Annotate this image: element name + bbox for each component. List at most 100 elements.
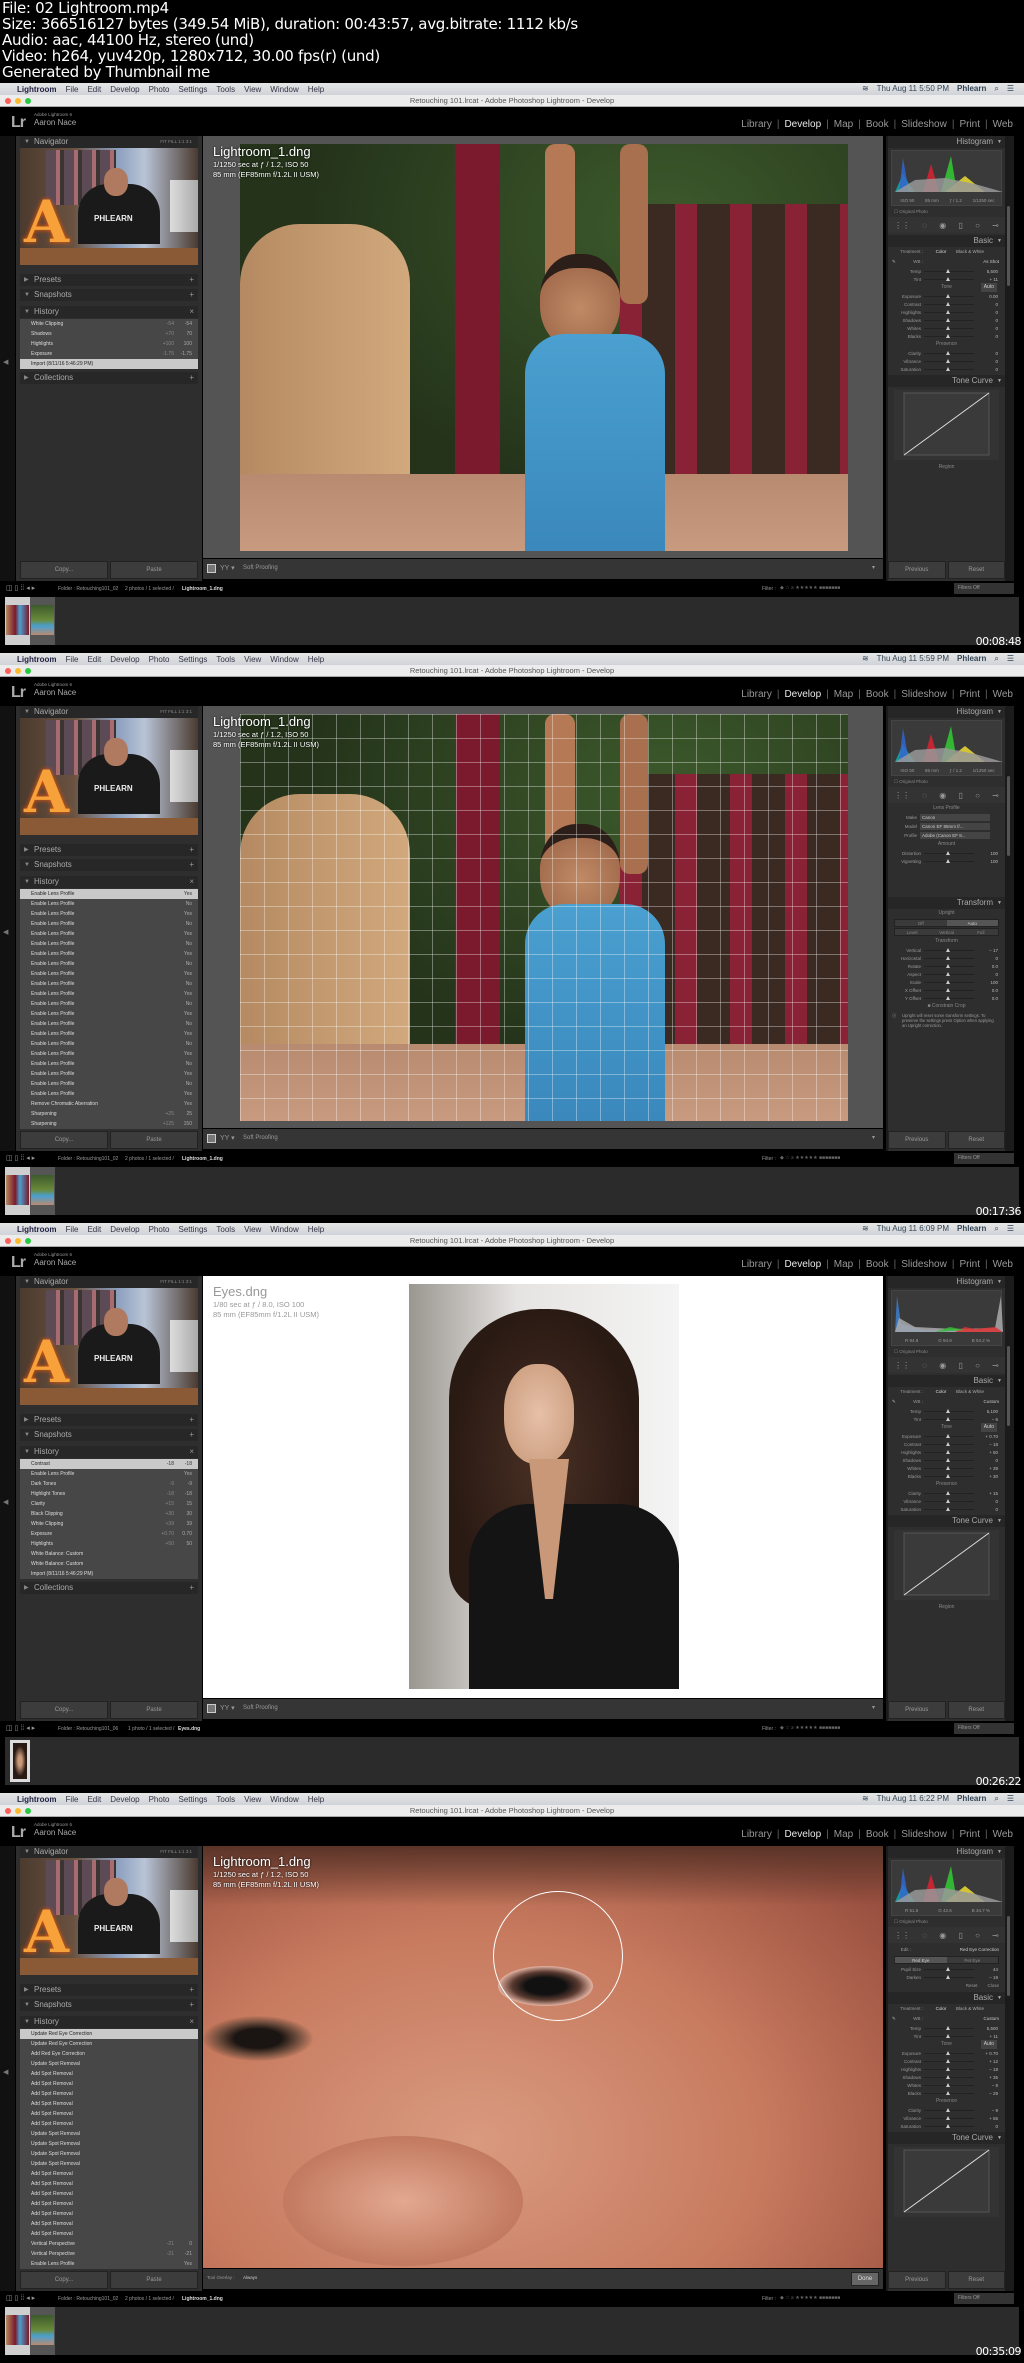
module-develop[interactable]: Develop bbox=[779, 119, 826, 130]
tone-curve-graph[interactable] bbox=[894, 390, 999, 460]
slider-thumb[interactable] bbox=[946, 2033, 950, 2038]
done-button[interactable]: Done bbox=[851, 2272, 879, 2286]
panel-header-tone-curve[interactable]: Tone Curve bbox=[888, 375, 1005, 387]
menu-settings[interactable]: Settings bbox=[179, 1795, 208, 1804]
folder-path[interactable]: Folder : Retouching101_06 bbox=[58, 1726, 118, 1732]
spot-removal-icon[interactable]: ◌ bbox=[922, 1361, 927, 1370]
menu-develop[interactable]: Develop bbox=[110, 1225, 139, 1234]
slider-tint[interactable]: Tint − 6 bbox=[888, 1415, 1005, 1423]
slider-thumb[interactable] bbox=[946, 1465, 950, 1470]
filmstrip-thumbnail[interactable] bbox=[5, 597, 30, 645]
wifi-icon[interactable]: ≋ bbox=[862, 84, 869, 94]
slider-track[interactable] bbox=[924, 2025, 974, 2030]
navigator-header[interactable]: ▼ Navigator FIT FILL 1:1 3:1 bbox=[20, 1276, 198, 1288]
slider-tint[interactable]: Tint + 11 bbox=[888, 275, 1005, 283]
module-book[interactable]: Book bbox=[861, 1259, 894, 1270]
module-develop[interactable]: Develop bbox=[779, 1259, 826, 1270]
slider-value[interactable]: 0.00 bbox=[974, 294, 998, 299]
image-view[interactable]: Lightroom_1.dng 1/1250 sec at ƒ / 1.2, IS… bbox=[203, 706, 883, 1128]
slider-value[interactable]: + 50 bbox=[974, 1450, 998, 1455]
slider-y-offset[interactable]: Y Offset 0.0 bbox=[888, 994, 1005, 1002]
radial-filter-icon[interactable]: ○ bbox=[975, 1931, 980, 1940]
slider-track[interactable] bbox=[924, 1506, 974, 1511]
slider-value[interactable]: 0 bbox=[974, 1499, 998, 1504]
navigator-header[interactable]: ▼ Navigator FIT FILL 1:1 3:1 bbox=[20, 706, 198, 718]
slider-vibrance[interactable]: Vibrance + 55 bbox=[888, 2114, 1005, 2122]
panel-header-transform[interactable]: Transform bbox=[888, 897, 1005, 909]
presets-header[interactable]: ▶ Presets + bbox=[20, 1414, 198, 1426]
module-develop[interactable]: Develop bbox=[779, 689, 826, 700]
right-panel-scrollbar[interactable] bbox=[1007, 206, 1010, 286]
slider-value[interactable]: + 15 bbox=[974, 1491, 998, 1496]
history-item[interactable]: Enable Lens Profile No bbox=[20, 939, 198, 949]
module-web[interactable]: Web bbox=[988, 689, 1018, 700]
minimize-button[interactable] bbox=[15, 668, 21, 674]
adjustment-brush-icon[interactable]: ⊸ bbox=[992, 1361, 999, 1370]
module-map[interactable]: Map bbox=[829, 119, 858, 130]
menu-develop[interactable]: Develop bbox=[110, 85, 139, 94]
adjustment-brush-icon[interactable]: ⊸ bbox=[992, 1931, 999, 1940]
slider-value[interactable]: + 0.70 bbox=[974, 1434, 998, 1439]
slider-thumb[interactable] bbox=[946, 2090, 950, 2095]
history-item[interactable]: Enable Lens Profile No bbox=[20, 1059, 198, 1069]
tool-overlay-dropdown[interactable]: Always bbox=[243, 2275, 257, 2280]
slider-value[interactable]: 0.0 bbox=[974, 988, 998, 993]
history-item[interactable]: Highlights +100 100 bbox=[20, 339, 198, 349]
slider-thumb[interactable] bbox=[946, 1473, 950, 1478]
collections-header[interactable]: ▶ Collections + bbox=[20, 1582, 198, 1594]
search-icon[interactable]: ⌕ bbox=[994, 1794, 998, 1804]
slider-value[interactable]: 0 bbox=[974, 334, 998, 339]
clear-history-icon[interactable]: × bbox=[189, 306, 194, 318]
navigator-zoom-options[interactable]: FIT FILL 1:1 3:1 bbox=[160, 136, 192, 148]
wb-value[interactable]: Custom bbox=[926, 1399, 1005, 1404]
before-after-icon[interactable]: YY ▾ bbox=[220, 1134, 235, 1142]
previous-button[interactable]: Previous bbox=[888, 561, 946, 579]
rating-filter-stars[interactable]: ◆ ☆ ≥ ★★★★★ ■■■■■■■ bbox=[780, 2295, 840, 2301]
panel-header-basic[interactable]: Basic bbox=[888, 235, 1005, 247]
module-slideshow[interactable]: Slideshow bbox=[896, 1259, 952, 1270]
loupe-view-icon[interactable] bbox=[207, 1134, 216, 1143]
slider-temp[interactable]: Temp 5,500 bbox=[888, 2024, 1005, 2032]
segment-off[interactable]: Off bbox=[895, 920, 947, 926]
menu-develop[interactable]: Develop bbox=[110, 655, 139, 664]
tool-close-button[interactable]: Close bbox=[987, 1983, 999, 1988]
left-panel-toggle[interactable]: ◀ bbox=[0, 136, 15, 581]
slider-temp[interactable]: Temp 6,100 bbox=[888, 1407, 1005, 1415]
menu-view[interactable]: View bbox=[244, 85, 261, 94]
slider-track[interactable] bbox=[924, 1490, 974, 1495]
slider-track[interactable] bbox=[924, 2090, 974, 2095]
history-item[interactable]: Update Spot Removal bbox=[20, 2059, 198, 2069]
slider-value[interactable]: 0 bbox=[974, 956, 998, 961]
segment-vertical[interactable]: Vertical bbox=[929, 929, 964, 935]
copy-button[interactable]: Copy... bbox=[20, 561, 108, 579]
menu-photo[interactable]: Photo bbox=[149, 655, 170, 664]
slider-track[interactable] bbox=[924, 268, 974, 273]
history-header[interactable]: ▼ History × bbox=[20, 876, 198, 888]
slider-blacks[interactable]: Blacks − 29 bbox=[888, 2089, 1005, 2097]
segment-full[interactable]: Full bbox=[963, 929, 998, 935]
adjustment-brush-icon[interactable]: ⊸ bbox=[992, 791, 999, 800]
filmstrip-thumbnail[interactable] bbox=[30, 2307, 55, 2355]
slider-track[interactable] bbox=[924, 1465, 974, 1470]
slider-value[interactable]: − 18 bbox=[974, 2067, 998, 2072]
eyedropper-icon[interactable]: ✎ bbox=[888, 2016, 900, 2022]
edit-value[interactable]: Red Eye Correction bbox=[914, 1947, 1005, 1952]
slider-thumb[interactable] bbox=[946, 1433, 950, 1438]
module-map[interactable]: Map bbox=[829, 1829, 858, 1840]
slider-exposure[interactable]: Exposure + 0.70 bbox=[888, 1432, 1005, 1440]
menu-tools[interactable]: Tools bbox=[216, 85, 235, 94]
slider-track[interactable] bbox=[924, 858, 974, 863]
soft-proofing-checkbox[interactable]: Soft Proofing bbox=[243, 1135, 278, 1141]
slider-track[interactable] bbox=[924, 1441, 974, 1446]
slider-thumb[interactable] bbox=[946, 325, 950, 330]
grid-view-icons[interactable]: ◫ ▯ ⁞⁞ ◂ ▸ bbox=[6, 2294, 35, 2302]
slider-value[interactable]: 0 bbox=[974, 367, 998, 372]
navigator-preview[interactable]: A PHLEARN bbox=[20, 1858, 198, 1975]
slider-thumb[interactable] bbox=[946, 979, 950, 984]
slider-track[interactable] bbox=[924, 1473, 974, 1478]
slider-thumb[interactable] bbox=[946, 1506, 950, 1511]
module-print[interactable]: Print bbox=[954, 1829, 985, 1840]
module-slideshow[interactable]: Slideshow bbox=[896, 689, 952, 700]
menu-edit[interactable]: Edit bbox=[87, 85, 101, 94]
add-icon[interactable]: + bbox=[189, 289, 194, 301]
